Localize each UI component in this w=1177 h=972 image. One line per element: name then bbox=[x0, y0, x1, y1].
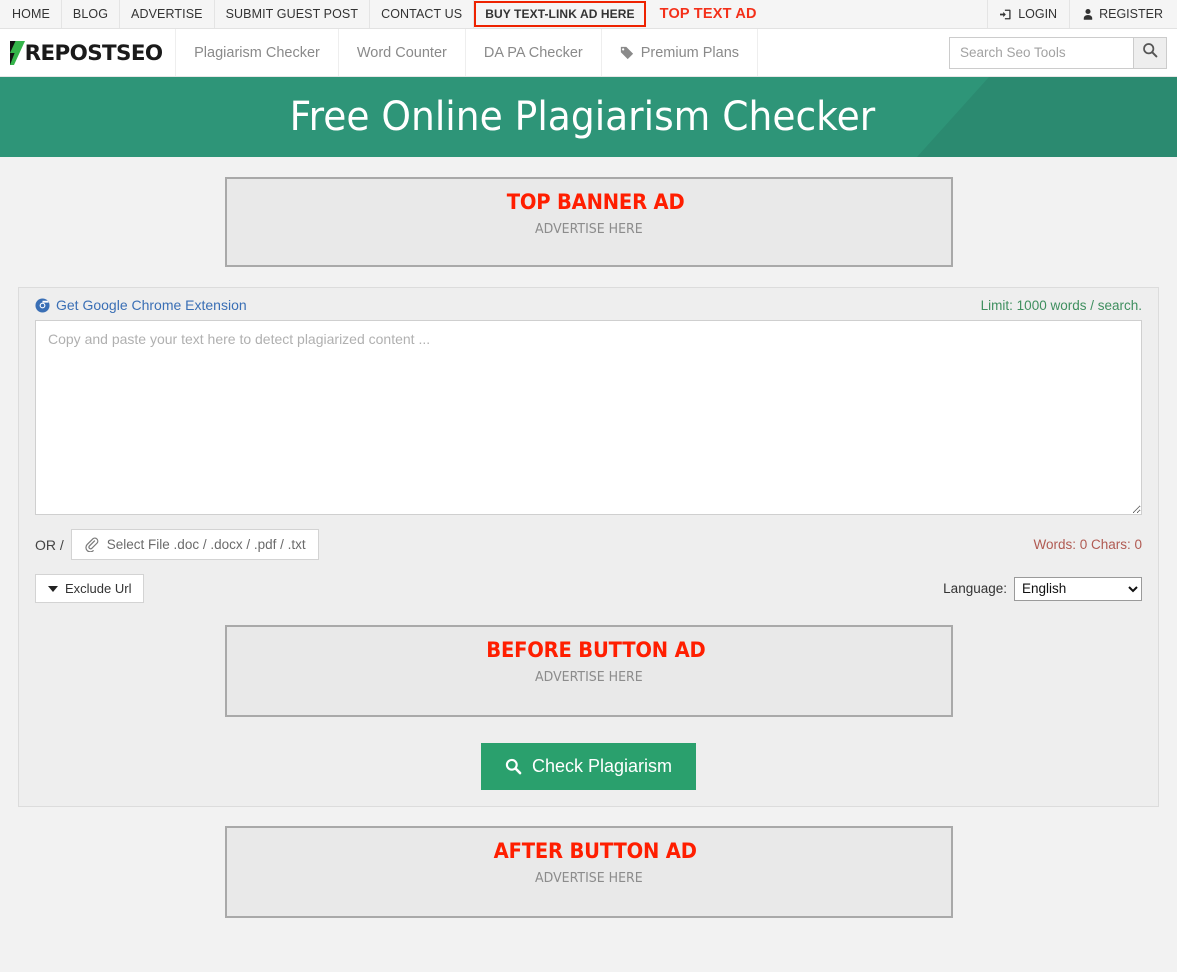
ad-title: BEFORE BUTTON AD bbox=[485, 638, 706, 662]
page-body: TOP BANNER AD ADVERTISE HERE Get Google … bbox=[0, 177, 1177, 918]
ad-subtitle: ADVERTISE HERE bbox=[534, 221, 643, 237]
navbar-items: Plagiarism Checker Word Counter DA PA Ch… bbox=[176, 29, 759, 76]
tag-icon bbox=[620, 46, 634, 60]
top-utility-links: HOME BLOG ADVERTISE SUBMIT GUEST POST CO… bbox=[0, 0, 646, 28]
nav-item-plagiarism-checker[interactable]: Plagiarism Checker bbox=[176, 29, 339, 76]
check-plagiarism-button[interactable]: Check Plagiarism bbox=[480, 743, 697, 790]
plagiarism-tool-panel: Get Google Chrome Extension Limit: 1000 … bbox=[18, 287, 1159, 807]
nav-item-word-counter[interactable]: Word Counter bbox=[339, 29, 466, 76]
topbar-link-home[interactable]: HOME bbox=[0, 0, 62, 28]
plagiarism-textarea[interactable] bbox=[35, 320, 1142, 515]
top-text-ad: TOP TEXT AD bbox=[659, 6, 757, 22]
check-button-row: Check Plagiarism bbox=[35, 743, 1142, 790]
user-icon bbox=[1082, 8, 1094, 21]
nav-item-label: Word Counter bbox=[356, 44, 447, 61]
exclude-url-label: Exclude Url bbox=[65, 581, 132, 596]
ad-subtitle: ADVERTISE HERE bbox=[534, 870, 643, 886]
topbar-link-contact-us[interactable]: CONTACT US bbox=[370, 0, 475, 28]
tool-panel-header: Get Google Chrome Extension Limit: 1000 … bbox=[35, 297, 1142, 313]
main-navbar: REPOSTSEO Plagiarism Checker Word Counte… bbox=[0, 29, 1177, 77]
file-upload-row: OR / Select File .doc / .docx / .pdf / .… bbox=[35, 529, 1142, 560]
login-icon bbox=[1000, 8, 1013, 21]
word-char-counter: Words: 0 Chars: 0 bbox=[1033, 537, 1142, 552]
page-hero: Free Online Plagiarism Checker bbox=[0, 77, 1177, 157]
select-file-button[interactable]: Select File .doc / .docx / .pdf / .txt bbox=[70, 529, 319, 560]
or-label: OR / bbox=[35, 536, 64, 553]
search-icon bbox=[505, 758, 522, 775]
search-input[interactable] bbox=[949, 36, 1133, 69]
chrome-extension-label: Get Google Chrome Extension bbox=[56, 297, 247, 313]
navbar-search bbox=[949, 29, 1177, 76]
register-label: REGISTER bbox=[1099, 7, 1163, 21]
ad-title: AFTER BUTTON AD bbox=[493, 839, 698, 863]
topbar-link-buy-text-link-ad[interactable]: BUY TEXT-LINK AD HERE bbox=[474, 1, 646, 27]
topbar-link-submit-guest-post[interactable]: SUBMIT GUEST POST bbox=[215, 0, 371, 28]
ad-top-banner[interactable]: TOP BANNER AD ADVERTISE HERE bbox=[224, 177, 953, 267]
topbar-link-blog[interactable]: BLOG bbox=[62, 0, 121, 28]
logo-text: REPOSTSEO bbox=[24, 40, 163, 65]
search-button[interactable] bbox=[1133, 36, 1167, 69]
chevron-down-icon bbox=[48, 585, 58, 592]
brand-logo[interactable]: REPOSTSEO bbox=[0, 29, 177, 76]
login-link[interactable]: LOGIN bbox=[988, 0, 1071, 28]
ad-title: TOP BANNER AD bbox=[506, 190, 685, 214]
select-file-label: Select File .doc / .docx / .pdf / .txt bbox=[106, 537, 306, 552]
register-link[interactable]: REGISTER bbox=[1070, 0, 1177, 28]
login-label: LOGIN bbox=[1018, 7, 1058, 21]
nav-item-premium-plans[interactable]: Premium Plans bbox=[602, 29, 759, 76]
top-utility-account-links: LOGIN REGISTER bbox=[987, 0, 1177, 28]
nav-item-da-pa-checker[interactable]: DA PA Checker bbox=[466, 29, 602, 76]
tool-options-row: Exclude Url Language: English bbox=[35, 574, 1142, 603]
ad-after-button[interactable]: AFTER BUTTON AD ADVERTISE HERE bbox=[224, 826, 953, 918]
topbar-link-advertise[interactable]: ADVERTISE bbox=[120, 0, 215, 28]
language-label: Language: bbox=[943, 581, 1007, 596]
nav-item-label: DA PA Checker bbox=[483, 44, 583, 61]
page-title: Free Online Plagiarism Checker bbox=[289, 94, 876, 140]
ad-subtitle: ADVERTISE HERE bbox=[534, 669, 643, 685]
check-plagiarism-label: Check Plagiarism bbox=[531, 756, 673, 776]
word-limit-note: Limit: 1000 words / search. bbox=[980, 297, 1142, 313]
top-utility-bar: HOME BLOG ADVERTISE SUBMIT GUEST POST CO… bbox=[0, 0, 1177, 29]
chrome-icon bbox=[35, 297, 50, 313]
exclude-url-button[interactable]: Exclude Url bbox=[35, 574, 145, 603]
ad-before-button[interactable]: BEFORE BUTTON AD ADVERTISE HERE bbox=[224, 625, 953, 717]
paperclip-icon bbox=[84, 537, 99, 552]
language-selector: Language: English bbox=[943, 576, 1142, 601]
nav-item-label: Premium Plans bbox=[640, 44, 740, 61]
search-icon bbox=[1142, 42, 1158, 63]
nav-item-label: Plagiarism Checker bbox=[194, 44, 320, 61]
language-select[interactable]: English bbox=[1014, 576, 1142, 601]
chrome-extension-link[interactable]: Get Google Chrome Extension bbox=[35, 297, 247, 313]
